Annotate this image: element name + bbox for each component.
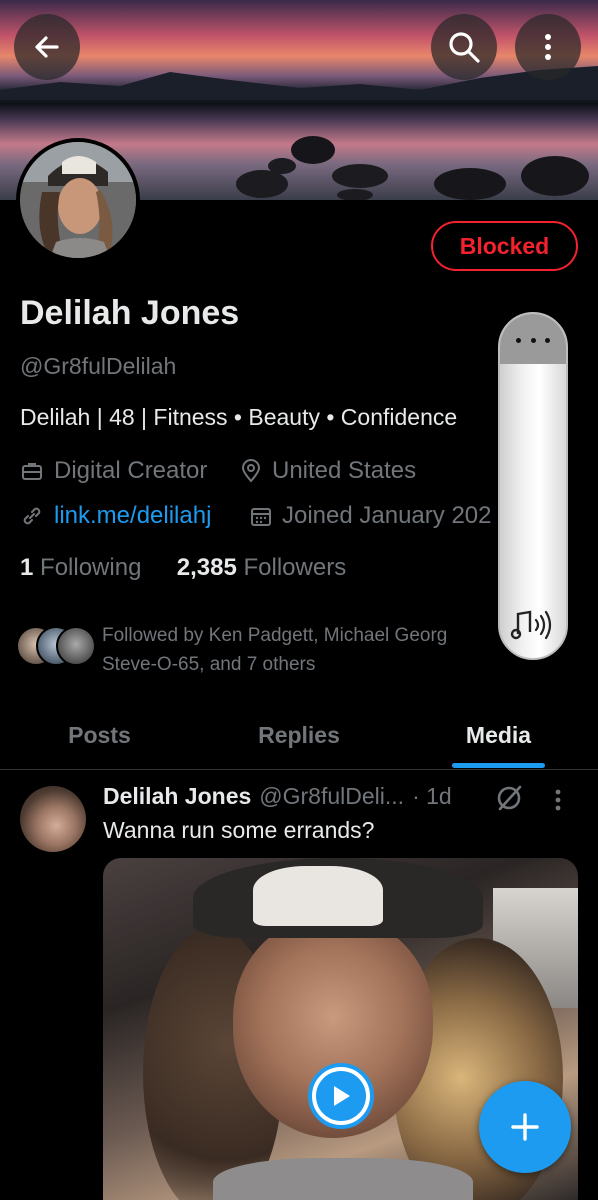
compose-button[interactable] [479, 1081, 571, 1173]
active-tab-indicator [452, 763, 545, 768]
calendar-icon [251, 508, 271, 526]
shirt [213, 1158, 473, 1200]
post-timestamp[interactable]: · 1d [412, 783, 452, 810]
followed-by-text[interactable]: Followed by Ken Padgett, Michael Georg S… [102, 621, 498, 679]
tab-media[interactable]: Media [399, 700, 598, 770]
tab-replies[interactable]: Replies [199, 700, 399, 770]
banner-mountains [0, 66, 598, 100]
search-button[interactable] [431, 14, 497, 80]
post-text: Wanna run some errands? [103, 817, 375, 843]
profile-bio: Delilah | 48 | Fitness • Beauty • Confid… [20, 404, 458, 430]
play-button[interactable] [308, 1063, 374, 1129]
search-icon [449, 32, 480, 63]
followed-by-line2: Steve-O-65, and 7 others [102, 654, 316, 675]
link-text[interactable]: link.me/delilahj [54, 502, 211, 530]
play-icon [334, 1086, 350, 1106]
panel-more-icon[interactable] [516, 338, 550, 343]
post-header: Delilah Jones @Gr8fulDeli... · 1d [103, 783, 452, 810]
post-author-avatar[interactable] [20, 786, 86, 852]
followers-count: 2,385 [176, 554, 237, 581]
follower-avatar [56, 626, 96, 666]
followed-by-line1: Followed by Ken Padgett, Michael Georg [102, 625, 448, 646]
back-button[interactable] [14, 14, 80, 80]
followers-link[interactable]: 2,385 Followers [177, 554, 346, 581]
location-pin-icon [241, 459, 261, 483]
media-volume-icon[interactable] [510, 606, 556, 651]
profile-handle: @Gr8fulDelilah [20, 353, 177, 379]
floating-volume-panel[interactable] [498, 312, 568, 660]
profile-avatar[interactable] [16, 138, 140, 262]
profile-location: United States [240, 457, 416, 485]
followers-label: Followers [243, 554, 347, 581]
followed-by-avatars[interactable] [16, 626, 96, 670]
following-label: Following [40, 554, 142, 581]
post-more-button[interactable] [554, 788, 562, 817]
link-icon [23, 507, 41, 525]
profile-tabs: Posts Replies Media [0, 700, 598, 770]
cap-front [253, 866, 383, 926]
profile-category: Digital Creator [20, 457, 207, 485]
plus-icon [511, 1113, 539, 1141]
tab-posts[interactable]: Posts [0, 700, 199, 770]
grok-icon[interactable] [494, 783, 524, 818]
post-author-handle[interactable]: @Gr8fulDeli... [259, 783, 404, 810]
profile-joined: Joined January 202 [250, 502, 498, 530]
briefcase-icon [22, 463, 42, 480]
post-author-name[interactable]: Delilah Jones [103, 783, 251, 810]
arrow-left-icon [35, 36, 59, 58]
more-options-button[interactable] [515, 14, 581, 80]
follow-counts: 1 Following 2,385 Followers [20, 554, 346, 582]
slashed-circle-icon [497, 785, 522, 811]
following-link[interactable]: 1 Following [20, 554, 141, 581]
blocked-button[interactable]: Blocked [431, 221, 578, 271]
following-count: 1 [20, 554, 34, 581]
avatar-photo [20, 142, 136, 258]
joined-text: Joined January 202 [282, 502, 492, 529]
profile-name: Delilah Jones [20, 294, 240, 332]
category-text: Digital Creator [54, 457, 208, 484]
more-vertical-icon [545, 34, 551, 60]
profile-link[interactable]: link.me/delilahj [20, 502, 211, 530]
more-vertical-icon [555, 789, 561, 811]
location-text: United States [272, 457, 417, 484]
